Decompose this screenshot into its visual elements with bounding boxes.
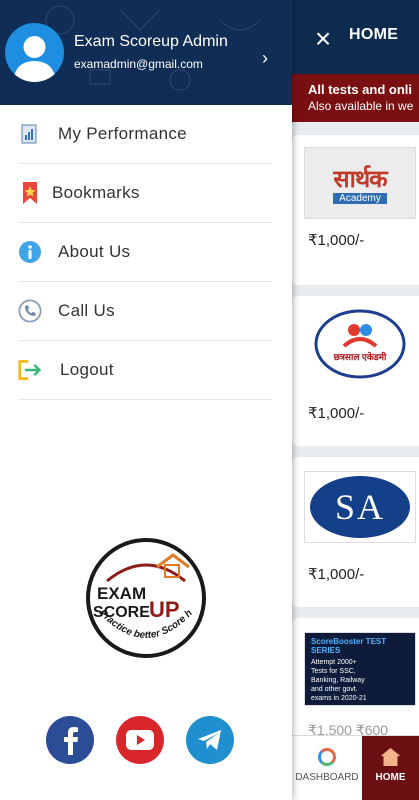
test-card[interactable]: ScoreBooster TEST SERIES Attempt 2000+ T…	[292, 618, 419, 738]
card-brand: SA	[310, 476, 410, 538]
menu-item-label: About Us	[58, 242, 131, 261]
telegram-icon[interactable]	[186, 716, 234, 764]
info-icon	[18, 240, 42, 264]
info-banner: All tests and onli Also available in we	[292, 74, 419, 122]
youtube-icon[interactable]	[116, 716, 164, 764]
navigation-drawer: Exam Scoreup Admin examadmin@gmail.com ›…	[0, 0, 292, 800]
test-card[interactable]: सार्थक Academy ₹1,000/-	[292, 135, 419, 285]
card-brand: छत्रसाल एकेडमी	[333, 352, 387, 362]
test-card[interactable]: SA ₹1,000/-	[292, 457, 419, 607]
menu-item-call-us[interactable]: Call Us	[18, 282, 272, 341]
test-card[interactable]: छत्रसाल एकेडमी ₹1,000/-	[292, 296, 419, 446]
card-price: ₹1,000/-	[308, 405, 365, 422]
banner-line-1: All tests and onli	[308, 82, 413, 97]
drawer-menu: My Performance Bookmarks About Us Call U…	[18, 105, 272, 400]
menu-item-logout[interactable]: Logout	[18, 341, 272, 400]
card-thumbnail: छत्रसाल एकेडमी	[304, 308, 416, 380]
card-brand: सार्थक	[333, 166, 387, 193]
menu-item-label: Bookmarks	[52, 183, 140, 202]
card-brand-sub: Academy	[333, 193, 387, 204]
logo-text-up: UP	[149, 597, 180, 622]
logo-text-exam: EXAM	[97, 584, 146, 603]
user-name: Exam Scoreup Admin	[74, 33, 228, 50]
tab-home-label: HOME	[375, 772, 406, 783]
exam-scoreup-logo: EXAM SCORE UP Practice better Score high…	[81, 529, 207, 659]
card-thumbnail: SA	[304, 471, 416, 543]
card-price: ₹1,000/-	[308, 566, 365, 583]
card-brand: ScoreBooster TEST SERIES	[311, 637, 387, 655]
home-icon	[380, 748, 401, 766]
drawer-header[interactable]: Exam Scoreup Admin examadmin@gmail.com ›	[0, 0, 292, 105]
avatar	[5, 23, 64, 82]
facebook-icon[interactable]	[46, 716, 94, 764]
performance-icon	[18, 122, 42, 146]
tab-home[interactable]: HOME	[362, 736, 419, 800]
bookmark-icon	[18, 181, 42, 205]
card-thumbnail: सार्थक Academy	[304, 147, 416, 219]
phone-icon	[18, 299, 42, 323]
tab-dashboard-label: DASHBOARD	[295, 772, 359, 783]
card-thumbnail: ScoreBooster TEST SERIES Attempt 2000+ T…	[304, 632, 416, 706]
logout-icon	[18, 358, 42, 382]
page-title: HOME	[349, 26, 399, 43]
menu-item-label: Call Us	[58, 301, 115, 320]
card-price: ₹1,000/-	[308, 232, 365, 249]
banner-line-2: Also available in we	[308, 99, 414, 113]
menu-item-my-performance[interactable]: My Performance	[18, 105, 272, 164]
chevron-right-icon[interactable]: ›	[262, 48, 268, 69]
menu-item-label: My Performance	[58, 124, 187, 143]
card-brand-sub: Attempt 2000+ Tests for SSC, Banking, Ra…	[311, 659, 367, 702]
menu-item-label: Logout	[60, 360, 114, 379]
tab-dashboard[interactable]: DASHBOARD	[292, 736, 362, 800]
user-email: examadmin@gmail.com	[74, 57, 203, 71]
dashboard-icon	[318, 748, 336, 766]
menu-item-about-us[interactable]: About Us	[18, 223, 272, 282]
menu-item-bookmarks[interactable]: Bookmarks	[18, 164, 272, 223]
close-icon[interactable]: ×	[312, 25, 334, 53]
bottom-tab-bar: DASHBOARD HOME	[292, 735, 419, 800]
